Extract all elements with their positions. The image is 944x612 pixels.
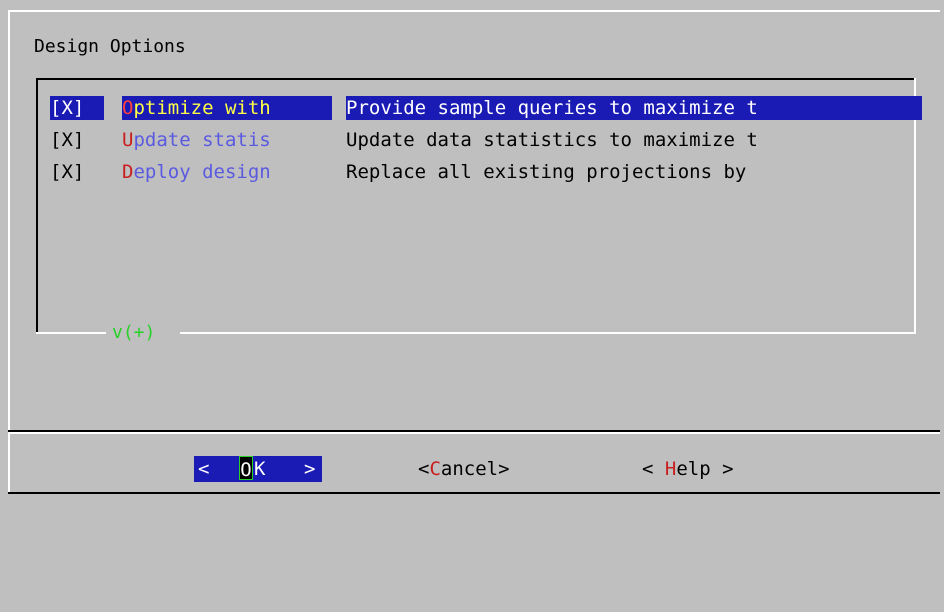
cancel-button-hotkey: C xyxy=(429,458,441,480)
dialog-border-bottom xyxy=(8,492,940,494)
help-button[interactable]: < Help > xyxy=(642,456,734,482)
ok-button-hotkey: O xyxy=(239,456,253,481)
cancel-button-prefix: < xyxy=(418,458,430,480)
option-tag: Optimize with xyxy=(122,96,332,120)
listbox-border-bottom xyxy=(36,332,106,334)
dialog-title: Design Options xyxy=(34,36,186,57)
option-tag: Update statis xyxy=(122,128,332,152)
option-item-deploy-design[interactable]: [X] Deploy design Replace all existing p… xyxy=(50,160,746,184)
ok-button-left-bracket: < xyxy=(198,458,210,480)
cancel-button-label: ancel> xyxy=(440,458,510,480)
listbox-border-top xyxy=(36,78,916,80)
option-tag-text: pdate statis xyxy=(133,129,271,151)
option-description: Provide sample queries to maximize t xyxy=(346,96,922,120)
option-checkbox[interactable]: [X] xyxy=(50,96,104,120)
option-description: Replace all existing projections by xyxy=(346,161,747,183)
option-item-optimize[interactable]: [X] Optimize with Provide sample queries… xyxy=(50,96,922,120)
help-button-prefix: < xyxy=(642,458,665,480)
option-hotkey: D xyxy=(122,161,134,183)
option-hotkey: O xyxy=(122,97,134,119)
option-hotkey: U xyxy=(122,129,134,151)
scroll-down-indicator: v(+) xyxy=(112,322,156,343)
help-button-hotkey: H xyxy=(664,458,677,480)
cancel-button[interactable]: <Cancel> xyxy=(418,456,510,482)
option-tag-text: ptimize with xyxy=(133,97,271,119)
option-checkbox[interactable]: [X] xyxy=(50,160,104,184)
ok-button-right-bracket: > xyxy=(304,458,316,480)
option-tag-text: eploy design xyxy=(133,161,271,183)
option-item-update-statistics[interactable]: [X] Update statis Update data statistics… xyxy=(50,128,758,152)
dialog-border-left xyxy=(8,10,10,494)
help-button-label: elp > xyxy=(676,458,734,480)
option-description: Update data statistics to maximize t xyxy=(346,129,758,151)
ok-button[interactable]: < O K > xyxy=(194,456,322,482)
options-checklist[interactable]: v(+) [X] Optimize with Provide sample qu… xyxy=(36,78,922,343)
design-options-dialog: Design Options v(+) [X] Optimize with Pr… xyxy=(8,10,940,494)
option-checkbox[interactable]: [X] xyxy=(50,128,104,152)
listbox-border-bottom xyxy=(180,332,916,334)
dialog-border-top xyxy=(8,10,940,12)
button-area-divider xyxy=(8,432,940,434)
listbox-border-left xyxy=(36,78,38,334)
option-tag: Deploy design xyxy=(122,160,332,184)
ok-button-label: K xyxy=(254,458,266,480)
